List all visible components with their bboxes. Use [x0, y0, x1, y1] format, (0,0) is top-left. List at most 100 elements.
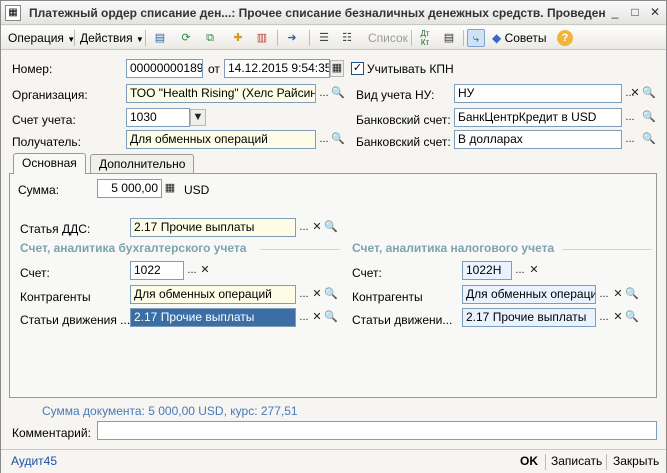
user-link[interactable]: Аудит45: [11, 454, 57, 468]
acc-counterparties-field[interactable]: Для обменных операций: [130, 285, 296, 304]
calendar-icon[interactable]: ▦: [330, 60, 344, 77]
operation-menu[interactable]: Операция ▼: [8, 29, 75, 47]
list-button[interactable]: Список: [368, 29, 408, 47]
advice-label: Советы: [504, 31, 547, 45]
clear-icon[interactable]: ✕: [197, 262, 213, 279]
organization-field[interactable]: ТОО "Health Rising" (Хелс Райсинг): [126, 84, 316, 103]
title-bar: ▦ Платежный ордер списание ден...: Проче…: [1, 1, 666, 25]
bank-account2-field[interactable]: В долларах: [454, 130, 622, 149]
tax-accounting-field[interactable]: НУ: [454, 84, 622, 103]
actions-menu[interactable]: Действия ▼: [80, 29, 144, 47]
tax-accounting-label: Вид учета НУ:: [356, 88, 435, 102]
tax-counterparties-label: Контрагенты: [352, 290, 423, 304]
date-from-label: от: [208, 62, 220, 76]
dds-field[interactable]: 2.17 Прочие выплаты: [130, 218, 296, 237]
document-icon: ▦: [5, 5, 21, 21]
dds-label: Статья ДДС:: [20, 222, 91, 236]
save-button[interactable]: Записать: [551, 454, 602, 468]
ellipsis-button[interactable]: ...: [622, 131, 638, 148]
filter-icon[interactable]: ⤷: [467, 29, 485, 47]
copy-document-icon[interactable]: ⧉: [201, 29, 219, 47]
sum-label: Сумма:: [18, 183, 60, 197]
acc-counterparties-label: Контрагенты: [20, 290, 91, 304]
search-icon[interactable]: 🔍: [330, 131, 346, 148]
operation-menu-label: Операция: [8, 31, 64, 45]
search-icon[interactable]: 🔍: [330, 85, 346, 102]
toolbar-divider: [463, 30, 464, 46]
chevron-down-icon[interactable]: ▼: [190, 109, 206, 126]
minimize-button[interactable]: _: [606, 5, 624, 21]
comment-field[interactable]: [97, 421, 657, 440]
tab-panel-main: Сумма: 5 000,00 ▦ USD Статья ДДС: 2.17 П…: [9, 173, 657, 398]
refresh-icon[interactable]: ⟳: [177, 29, 195, 47]
post-document-icon[interactable]: ▤: [151, 29, 169, 47]
maximize-button[interactable]: □: [626, 5, 644, 21]
bank-account2-label: Банковский счет:: [356, 135, 451, 149]
section-divider: [260, 249, 340, 250]
add-document-icon[interactable]: ✚: [229, 29, 247, 47]
dt-kt-icon[interactable]: Дт Кт: [416, 29, 434, 47]
recipient-field[interactable]: Для обменных операций: [126, 130, 316, 149]
bank-account-field[interactable]: БанкЦентрКредит в USD: [454, 108, 622, 127]
tax-section-title: Счет, аналитика налогового учета: [352, 241, 555, 255]
sum-field[interactable]: 5 000,00: [97, 179, 162, 198]
document-summary: Сумма документа: 5 000,00 USD, курс: 277…: [42, 404, 298, 418]
close-window-button[interactable]: ✕: [646, 5, 664, 21]
go-to-icon[interactable]: ➜: [283, 29, 301, 47]
organization-label: Организация:: [12, 88, 88, 102]
search-icon[interactable]: 🔍: [323, 286, 339, 303]
footer-divider: [545, 454, 546, 470]
bank-account-label: Банковский счет:: [356, 113, 451, 127]
clear-icon[interactable]: ✕: [526, 262, 542, 279]
number-field[interactable]: 00000000189: [126, 59, 203, 78]
footer-bar: Аудит45 OK Записать Закрыть: [1, 449, 666, 473]
list-settings-icon[interactable]: ☷: [338, 29, 356, 47]
search-icon[interactable]: 🔍: [641, 85, 657, 102]
ok-button[interactable]: OK: [520, 454, 538, 468]
print-icon[interactable]: ▤: [440, 29, 458, 47]
toolbar: Операция ▼ Действия ▼ ▤ ⟳ ⧉ ✚ ▥ ➜ ☰ ☷ Сп…: [1, 26, 666, 50]
ellipsis-button[interactable]: ...: [622, 109, 638, 126]
search-icon[interactable]: 🔍: [624, 309, 640, 326]
tax-account-label: Счет:: [352, 266, 382, 280]
close-button[interactable]: Закрыть: [613, 454, 659, 468]
acc-movement-field[interactable]: 2.17 Прочие выплаты: [130, 308, 296, 327]
toolbar-divider: [145, 30, 146, 46]
tax-counterparties-field[interactable]: Для обменных операций: [462, 285, 596, 304]
tax-account-field[interactable]: 1022Н: [462, 261, 512, 280]
comment-label: Комментарий:: [12, 426, 91, 440]
kpn-checkbox-label: Учитывать КПН: [367, 62, 454, 76]
payment-order-window: ▦ Платежный ордер списание ден...: Проче…: [0, 0, 667, 473]
search-icon[interactable]: 🔍: [624, 286, 640, 303]
number-label: Номер:: [12, 62, 53, 76]
toolbar-divider: [309, 30, 310, 46]
acc-account-field[interactable]: 1022: [130, 261, 184, 280]
search-icon[interactable]: 🔍: [641, 131, 657, 148]
delete-document-icon[interactable]: ▥: [253, 29, 271, 47]
advice-icon: ◆: [492, 31, 502, 45]
date-field[interactable]: 14.12.2015 9:54:35: [224, 59, 330, 78]
search-icon[interactable]: 🔍: [323, 309, 339, 326]
window-title: Платежный ордер списание ден...: Прочее …: [29, 6, 606, 20]
footer-divider: [606, 454, 607, 470]
tab-additional[interactable]: Дополнительно: [90, 154, 195, 173]
kpn-checkbox[interactable]: ✓: [351, 62, 364, 75]
toolbar-divider: [411, 30, 412, 46]
search-icon[interactable]: 🔍: [323, 219, 339, 236]
accounting-section-title: Счет, аналитика бухгалтерского учета: [20, 241, 247, 255]
calculator-icon[interactable]: ▦: [162, 180, 178, 197]
section-divider: [562, 249, 652, 250]
account-field[interactable]: 1030: [126, 108, 190, 127]
chevron-down-icon: ▼: [135, 35, 144, 44]
tax-movement-field[interactable]: 2.17 Прочие выплаты: [462, 308, 596, 327]
acc-account-label: Счет:: [20, 266, 50, 280]
tax-movement-label: Статьи движени...: [352, 313, 453, 327]
advice-button[interactable]: ◆ Советы: [492, 29, 547, 47]
acc-movement-label: Статьи движения ...: [20, 313, 131, 327]
toolbar-divider: [74, 30, 75, 46]
search-icon[interactable]: 🔍: [641, 109, 657, 126]
tab-main[interactable]: Основная: [13, 153, 86, 174]
toolbar-divider: [277, 30, 278, 46]
help-icon[interactable]: ?: [557, 30, 573, 46]
structure-icon[interactable]: ☰: [315, 29, 333, 47]
